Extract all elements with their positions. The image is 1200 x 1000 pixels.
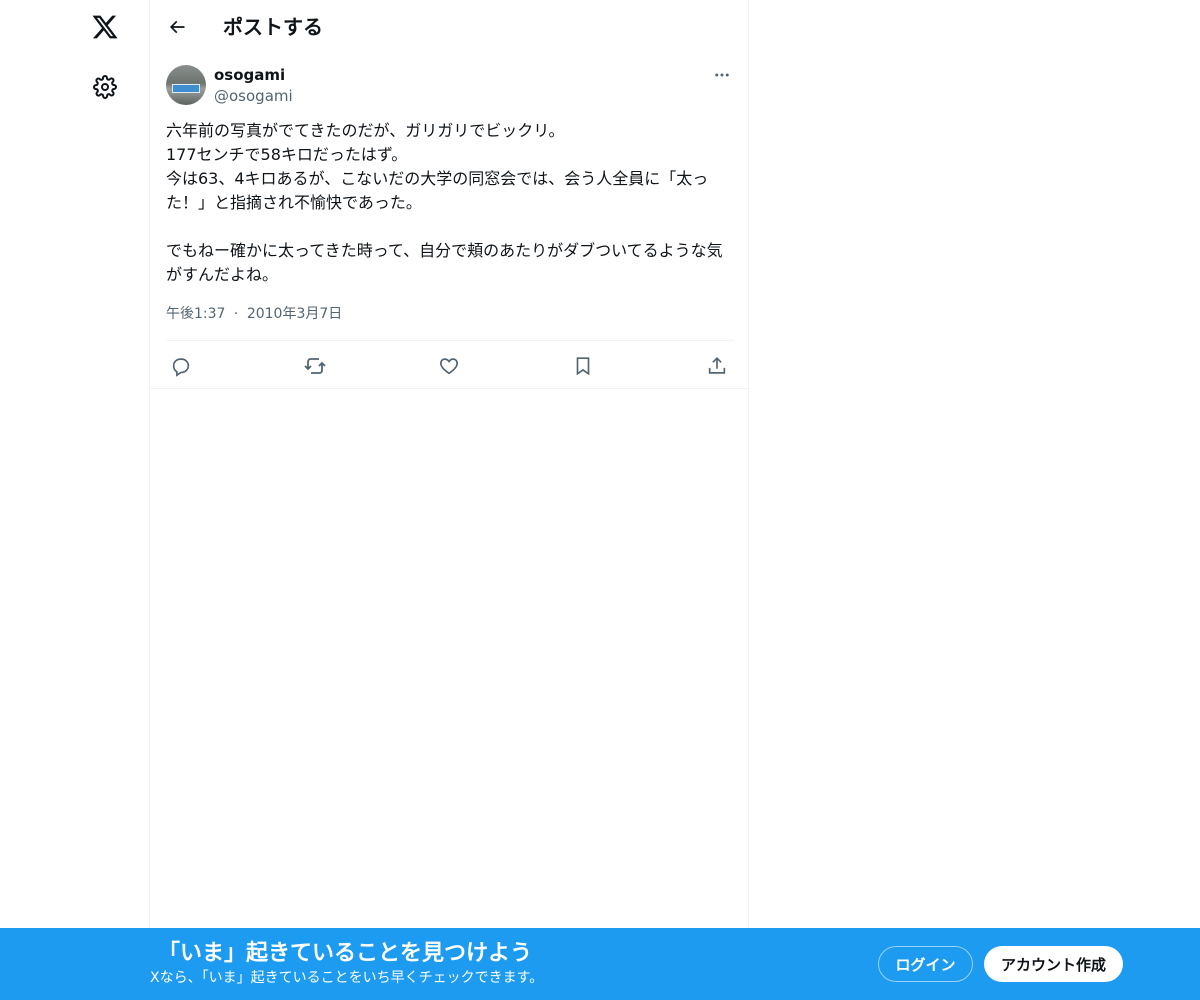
x-logo-icon[interactable] <box>88 10 122 44</box>
reply-button[interactable] <box>168 353 194 379</box>
author-display-name[interactable]: osogami <box>214 65 285 85</box>
avatar-image-detail <box>172 84 200 93</box>
signup-button[interactable]: アカウント作成 <box>984 946 1123 982</box>
timestamp-separator: · <box>233 306 239 322</box>
banner-title: 「いま」起きていることを見つけよう <box>158 941 533 966</box>
share-icon <box>708 357 726 374</box>
page-title: ポストする <box>223 15 323 39</box>
heart-icon <box>440 358 458 375</box>
repost-icon <box>304 358 326 374</box>
post-date[interactable]: 2010年3月7日 <box>247 306 342 322</box>
arrow-left-icon <box>169 20 185 34</box>
share-button[interactable] <box>704 353 730 379</box>
divider <box>150 388 750 389</box>
bookmark-button[interactable] <box>570 353 596 379</box>
more-horizontal-icon <box>715 73 729 77</box>
reply-icon <box>172 358 190 377</box>
more-options-button[interactable] <box>708 64 736 86</box>
back-button[interactable] <box>162 12 192 42</box>
post-text: 六年前の写真がでてきたのだが、ガリガリでビックリ。 177センチで58キロだった… <box>166 121 723 284</box>
post-time[interactable]: 午後1:37 <box>166 306 225 322</box>
bookmark-icon <box>576 357 590 376</box>
signup-banner: 「いま」起きていることを見つけよう Xなら、「いま」起きていることをいち早くチェ… <box>0 928 1200 1000</box>
repost-button[interactable] <box>302 353 328 379</box>
main-column: ポストする osogami @osogami 六年前の写真がでてきたのだが、ガリ… <box>149 0 750 1000</box>
left-nav <box>0 0 150 1000</box>
author-handle[interactable]: @osogami <box>214 86 293 106</box>
post-timestamp: 午後1:37 · 2010年3月7日 <box>166 304 342 324</box>
gear-icon[interactable] <box>88 70 122 104</box>
banner-subtitle: Xなら、「いま」起きていることをいち早くチェックできます。 <box>150 970 544 986</box>
post-action-bar <box>166 340 734 389</box>
page-header: ポストする <box>150 0 750 53</box>
login-button[interactable]: ログイン <box>878 946 973 982</box>
avatar[interactable] <box>166 65 206 105</box>
like-button[interactable] <box>436 353 462 379</box>
